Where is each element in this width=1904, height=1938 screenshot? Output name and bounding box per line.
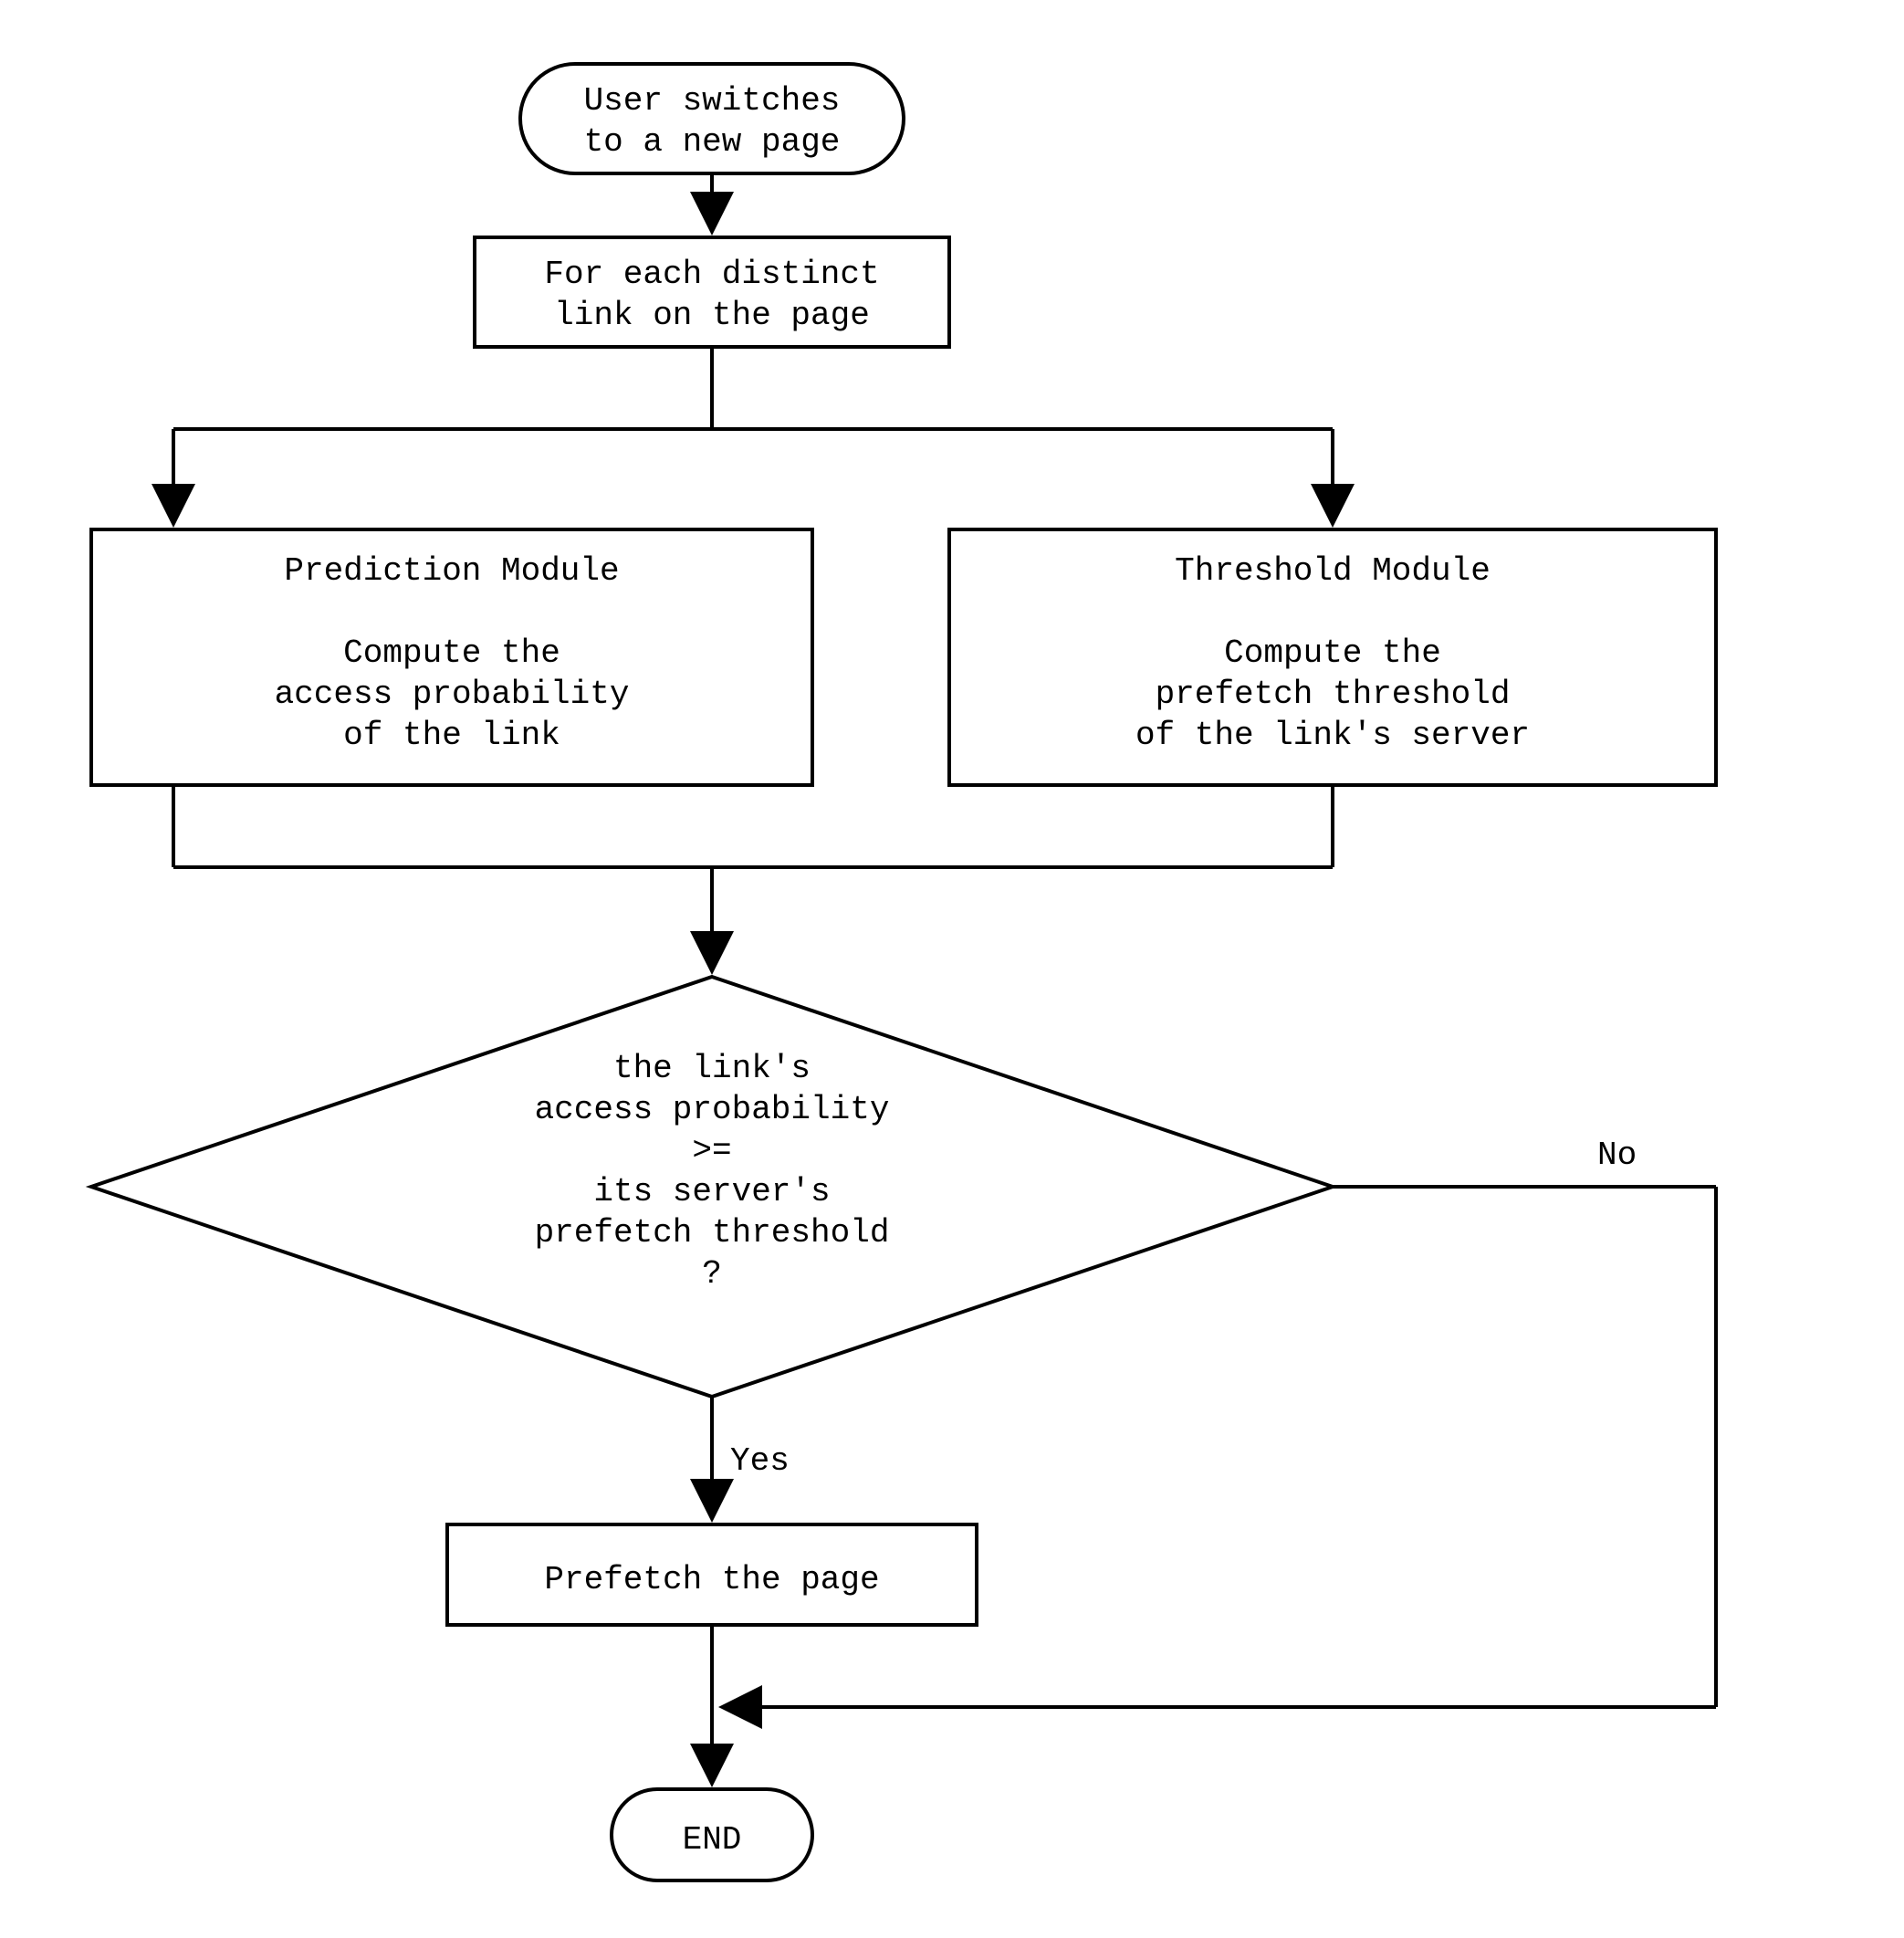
no-label: No	[1597, 1137, 1637, 1174]
threshold-module-node: Threshold Module Compute the prefetch th…	[949, 529, 1716, 785]
start-node: User switches to a new page	[520, 64, 904, 173]
foreach-text-line1: For each distinct	[544, 256, 879, 293]
prediction-line3: of the link	[343, 717, 560, 754]
start-text-line2: to a new page	[584, 123, 841, 161]
foreach-text-line2: link on the page	[554, 297, 870, 334]
decision-line3: >=	[692, 1132, 731, 1169]
end-node: END	[612, 1789, 812, 1880]
decision-line4: its server's	[593, 1173, 830, 1210]
prediction-module-node: Prediction Module Compute the access pro…	[91, 529, 812, 785]
flowchart-diagram: User switches to a new page For each dis…	[0, 0, 1904, 1938]
threshold-title: Threshold Module	[1175, 552, 1491, 590]
decision-line2: access probability	[535, 1091, 890, 1128]
prefetch-node: Prefetch the page	[447, 1524, 977, 1625]
end-text: END	[683, 1821, 742, 1859]
threshold-line1: Compute the	[1224, 634, 1441, 672]
start-text-line1: User switches	[584, 82, 841, 120]
prefetch-text: Prefetch the page	[544, 1561, 879, 1598]
prediction-title: Prediction Module	[284, 552, 619, 590]
threshold-line2: prefetch threshold	[1156, 676, 1511, 713]
yes-label: Yes	[730, 1442, 790, 1480]
decision-node: the link's access probability >= its ser…	[91, 977, 1333, 1397]
decision-line1: the link's	[613, 1050, 811, 1087]
threshold-line3: of the link's server	[1135, 717, 1530, 754]
foreach-node: For each distinct link on the page	[475, 237, 949, 347]
prediction-line2: access probability	[275, 676, 630, 713]
prediction-line1: Compute the	[343, 634, 560, 672]
decision-line6: ?	[702, 1255, 722, 1293]
decision-line5: prefetch threshold	[535, 1214, 890, 1252]
